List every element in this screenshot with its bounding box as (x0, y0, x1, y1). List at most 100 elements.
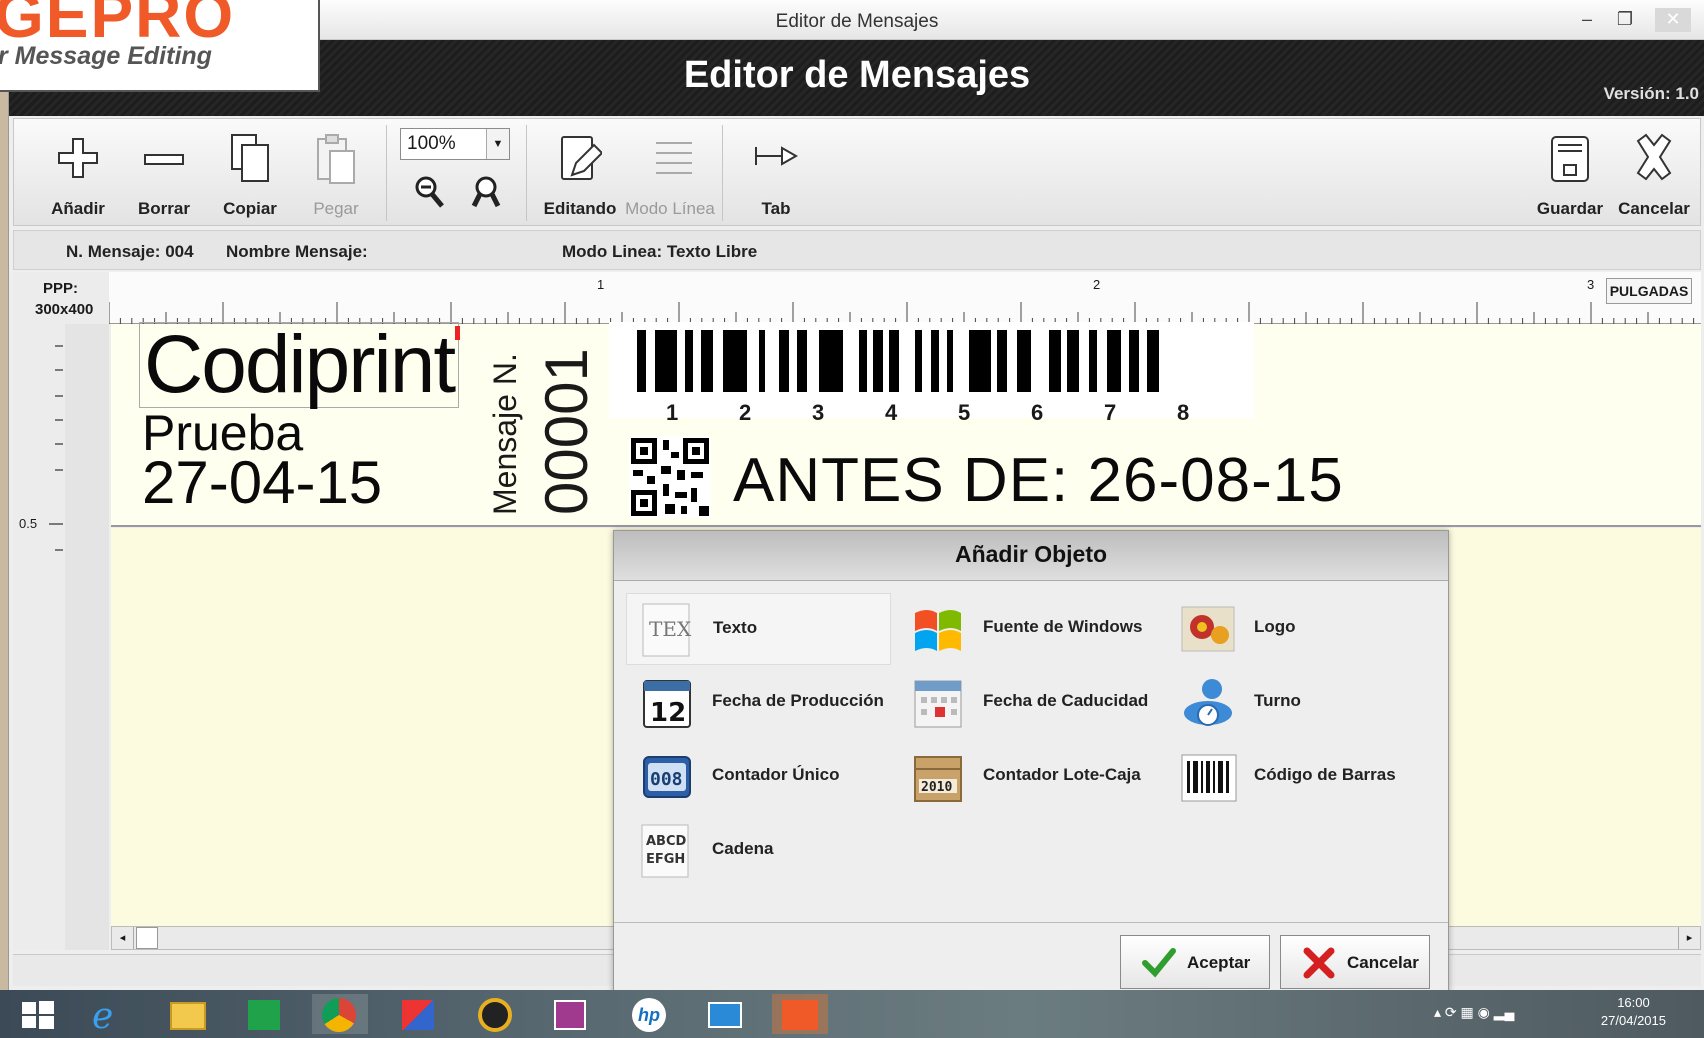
option-logo[interactable]: Logo (1168, 593, 1433, 665)
option-shift[interactable]: Turno (1168, 667, 1433, 739)
cancel-label: Cancelar (1618, 199, 1690, 218)
dialog-header: Añadir Objeto (614, 531, 1448, 581)
tab-button[interactable]: Tab (736, 127, 816, 223)
windows-start-icon[interactable] (20, 1000, 56, 1030)
line-mode-status: Modo Linea: Texto Libre (562, 242, 758, 261)
edit-pencil-icon (561, 136, 602, 180)
dialog-cancel-button[interactable]: Cancelar (1280, 935, 1430, 989)
line-mode-label: Modo Línea (625, 199, 715, 218)
option-production-date[interactable]: 12 Fecha de Producción (626, 667, 891, 739)
dialog-title: Añadir Objeto (954, 541, 1108, 567)
minimize-button[interactable]: – (1569, 8, 1605, 32)
barcode-digit: 5 (958, 400, 971, 425)
option-shift-label: Turno (1254, 691, 1301, 710)
scroll-right-arrow-icon[interactable]: ▸ (1678, 927, 1700, 949)
message-caption-text: Mensaje N. (487, 353, 523, 515)
barcode-digit: 1 (666, 400, 679, 425)
minus-icon (144, 154, 184, 165)
media-icon[interactable] (466, 994, 522, 1034)
text-cursor-marker (455, 326, 460, 340)
zoom-in-icon[interactable] (412, 175, 448, 211)
message-number: N. Mensaje: 004 (66, 242, 194, 261)
option-text-label: Texto (713, 618, 758, 637)
add-button[interactable]: Añadir (38, 127, 118, 223)
user-shift-icon (1184, 679, 1232, 726)
svg-text:TEX: TEX (649, 617, 692, 641)
option-expiry-date[interactable]: Fecha de Caducidad (897, 667, 1162, 739)
option-expiry-date-label: Fecha de Caducidad (983, 691, 1149, 710)
editing-button[interactable]: Editando (540, 127, 620, 223)
list-lines-icon (656, 142, 692, 174)
system-tray-icons[interactable]: ▴ ⟳ ▦ ◉ ▂▄ (1434, 1004, 1554, 1024)
svg-text:12: 12 (650, 698, 686, 728)
label-production-date[interactable]: 27-04-15 (142, 448, 382, 517)
close-icon (1636, 133, 1672, 181)
close-window-button[interactable]: ✕ (1655, 8, 1691, 32)
ruler-mark-3: 3 (1587, 277, 1595, 292)
option-barcode-label: Código de Barras (1254, 765, 1396, 784)
paste-label: Pegar (313, 199, 359, 218)
copy-label: Copiar (223, 199, 277, 218)
option-barcode[interactable]: Código de Barras (1168, 741, 1433, 813)
delete-button[interactable]: Borrar (124, 127, 204, 223)
line-mode-button[interactable]: Modo Línea (625, 127, 715, 223)
tex-text-icon: TEX (642, 603, 692, 657)
label-expiry-text[interactable]: ANTES DE: 26-08-15 (733, 445, 1344, 516)
units-toggle-button[interactable]: PULGADAS (1606, 278, 1692, 304)
label-company-text[interactable]: Codiprint (139, 322, 460, 408)
barcode-digit: 6 (1031, 400, 1044, 425)
option-unique-counter[interactable]: 008 Contador Único (626, 741, 891, 813)
store-icon[interactable] (236, 994, 292, 1034)
option-logo-label: Logo (1254, 617, 1296, 636)
cancel-button[interactable]: Cancelar (1614, 127, 1694, 223)
logo-tagline: r Message Editing (0, 42, 212, 70)
ruler-gutter (65, 324, 109, 950)
label-message-caption[interactable]: Mensaje N. (487, 345, 527, 515)
save-button[interactable]: Guardar (1530, 127, 1610, 223)
tab-label: Tab (761, 199, 791, 218)
option-windows-font[interactable]: Fuente de Windows (897, 593, 1162, 665)
internet-explorer-icon[interactable]: e (82, 994, 138, 1037)
barcode-digit: 4 (885, 400, 898, 425)
message-info-bar: N. Mensaje: 004 Nombre Mensaje: Modo Lin… (13, 230, 1701, 270)
paste-button[interactable]: Pegar (296, 127, 376, 223)
accept-label: Aceptar (1187, 953, 1251, 972)
ruler-mark-half: 0.5 (19, 516, 38, 531)
option-text[interactable]: TEX Texto (626, 593, 891, 665)
label-message-counter[interactable]: 00001 (532, 345, 600, 515)
toolbar-separator (722, 125, 723, 221)
label-qr-code[interactable] (629, 436, 711, 518)
ppp-value: 300x400 (35, 301, 94, 318)
svg-text:008: 008 (650, 769, 683, 790)
chrome-icon[interactable] (312, 994, 368, 1034)
option-string[interactable]: ABCD EFGH Cadena (626, 815, 891, 887)
dialog-options: TEX Texto Fuente de Windows Logo 12 Fech… (614, 583, 1448, 923)
zoom-out-icon[interactable] (468, 175, 504, 211)
accept-button[interactable]: Aceptar (1120, 935, 1270, 989)
vertical-ruler: 0.5 (13, 272, 109, 950)
clock-date: 27/04/2015 (1600, 1013, 1666, 1028)
gepro-app-icon[interactable] (772, 994, 828, 1034)
plus-icon (58, 138, 98, 178)
chevron-down-icon[interactable]: ▼ (486, 129, 509, 159)
app-puzzle-icon[interactable] (390, 994, 446, 1034)
message-name-label: Nombre Mensaje: (226, 242, 368, 261)
string-text-icon: ABCD EFGH (641, 824, 689, 878)
editing-label: Editando (543, 199, 617, 218)
restore-button[interactable]: ❐ (1607, 8, 1643, 32)
scroll-thumb[interactable] (136, 927, 158, 949)
scroll-left-arrow-icon[interactable]: ◂ (112, 927, 134, 949)
svg-text:EFGH: EFGH (646, 852, 685, 867)
barcode-digit: 3 (812, 400, 825, 425)
message-counter-text: 00001 (533, 348, 600, 515)
option-batch-counter[interactable]: 2010 Contador Lote-Caja (897, 741, 1162, 813)
taskbar-clock[interactable]: 16:00 27/04/2015 (1601, 994, 1666, 1030)
copy-button[interactable]: Copiar (210, 127, 290, 223)
file-explorer-icon[interactable] (160, 994, 216, 1034)
barcode-digit: 8 (1177, 400, 1190, 425)
option-string-label: Cadena (712, 839, 774, 858)
hp-icon[interactable]: hp (620, 994, 676, 1034)
presentation-icon[interactable] (542, 994, 598, 1034)
mail-icon[interactable] (696, 994, 752, 1034)
tab-arrow-icon (755, 146, 798, 166)
